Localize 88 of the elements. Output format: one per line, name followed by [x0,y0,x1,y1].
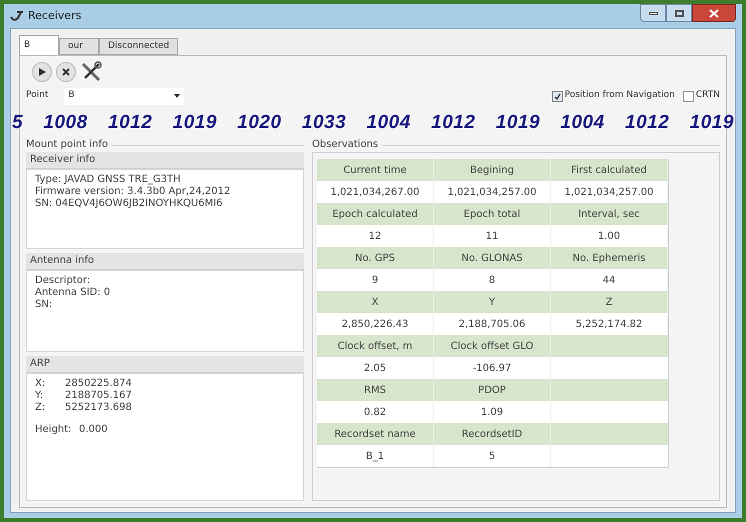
header-cell: PDOP [434,379,551,401]
header-cell: No. GPS [317,247,434,269]
value-cell: 2.05 [317,357,434,379]
group-title: Observations [312,138,378,152]
close-button[interactable] [692,4,736,22]
section-header: Antenna info [26,253,304,270]
app-icon [10,10,24,22]
header-cell: Z [551,291,668,313]
tab[interactable]: our [59,38,99,55]
height-label: Height: [35,424,72,436]
station-id: 1019 [496,110,540,135]
window-title: Receivers [28,8,82,24]
header-cell: Current time [317,159,434,181]
info-line: Antenna SID: 0 [35,287,112,299]
value-cell: -106.97 [434,357,551,379]
station-id: 1033 [302,110,346,135]
maximize-button[interactable] [666,4,692,22]
height-value: 0.000 [79,424,108,436]
value-cell: 1.00 [551,225,668,247]
tools-icon[interactable] [80,61,102,83]
value-cell: B_1 [317,445,434,467]
info-line: Firmware version: 3.4.3b0 Apr,24,2012 [35,186,232,198]
play-icon [38,68,46,76]
tab[interactable]: B [19,35,59,55]
station-id: 1020 [237,110,282,135]
checkbox-label: CRTN [696,89,720,102]
value-cell: 1,021,034,257.00 [551,181,668,203]
station-id: 1019 [172,110,217,135]
value-cell: 1,021,034,267.00 [317,181,434,203]
coord-value: 5252173.698 [65,402,132,414]
station-id: 1004 [560,110,605,135]
value-cell: 1.09 [434,401,551,423]
header-cell: X [317,291,434,313]
group-title: Mount point info [26,138,108,152]
value-cell: 2,850,226.43 [317,313,434,335]
checkbox-label: Position from Navigation [564,89,675,102]
info-line: Descriptor: [35,275,92,287]
value-cell: 8 [434,269,551,291]
station-id: 1004 [366,110,411,135]
header-cell: Y [434,291,551,313]
value-cell: 12 [317,225,434,247]
info-line: SN: 04EQV4J6OW6JB2INOYHKQU6MI6 [35,198,224,210]
checkbox[interactable] [682,90,694,102]
header-cell: Interval, sec [551,203,668,225]
header-cell: No. GLONAS [434,247,551,269]
station-id: 1008 [43,110,88,135]
header-cell: Clock offset GLO [434,335,551,357]
coord-value: 2850225.874 [65,378,132,390]
coord-value: 2188705.167 [65,390,132,402]
station-id: 1019 [690,110,734,135]
value-cell: 9 [317,269,434,291]
section-header: Receiver info [26,152,304,169]
stop-button[interactable] [56,62,76,82]
value-cell: 5,252,174.82 [551,313,668,335]
cross-icon [62,68,70,76]
play-button[interactable] [32,62,52,82]
value-cell: 0.82 [317,401,434,423]
value-cell: 44 [551,269,668,291]
section-header: ARP [26,356,304,373]
header-cell: Epoch total [434,203,551,225]
header-cell: RMS [317,379,434,401]
caret-icon [174,94,180,98]
value-cell: 1,021,034,257.00 [434,181,551,203]
point-dropdown[interactable]: B [64,88,184,104]
info-line: SN: [35,299,54,311]
tab[interactable]: Disconnected [99,38,178,55]
value-cell: 2,188,705.06 [434,313,551,335]
station-id: 1012 [625,110,670,135]
close-icon [709,8,719,18]
checkbox[interactable] [552,90,563,102]
header-cell: No. Ephemeris [551,247,668,269]
minimize-button[interactable] [640,4,666,22]
header-cell: Begining [434,159,551,181]
coord-label: Z: [35,402,46,414]
header-cell: RecordsetID [434,423,551,445]
header-cell: Clock offset, m [317,335,434,357]
header-cell: Recordset name [317,423,434,445]
coord-label: X: [35,378,46,390]
header-cell: First calculated [551,159,668,181]
header-cell: Epoch calculated [317,203,434,225]
coord-label: Y: [35,390,44,402]
value-cell: 5 [434,445,551,467]
station-id: 5 [12,110,24,135]
station-id: 1012 [431,110,476,135]
point-label: Point [26,89,48,102]
value-cell: 11 [434,225,551,247]
station-id: 1012 [108,110,152,135]
info-line: Type: JAVAD GNSS TRE_G3TH [35,174,182,186]
